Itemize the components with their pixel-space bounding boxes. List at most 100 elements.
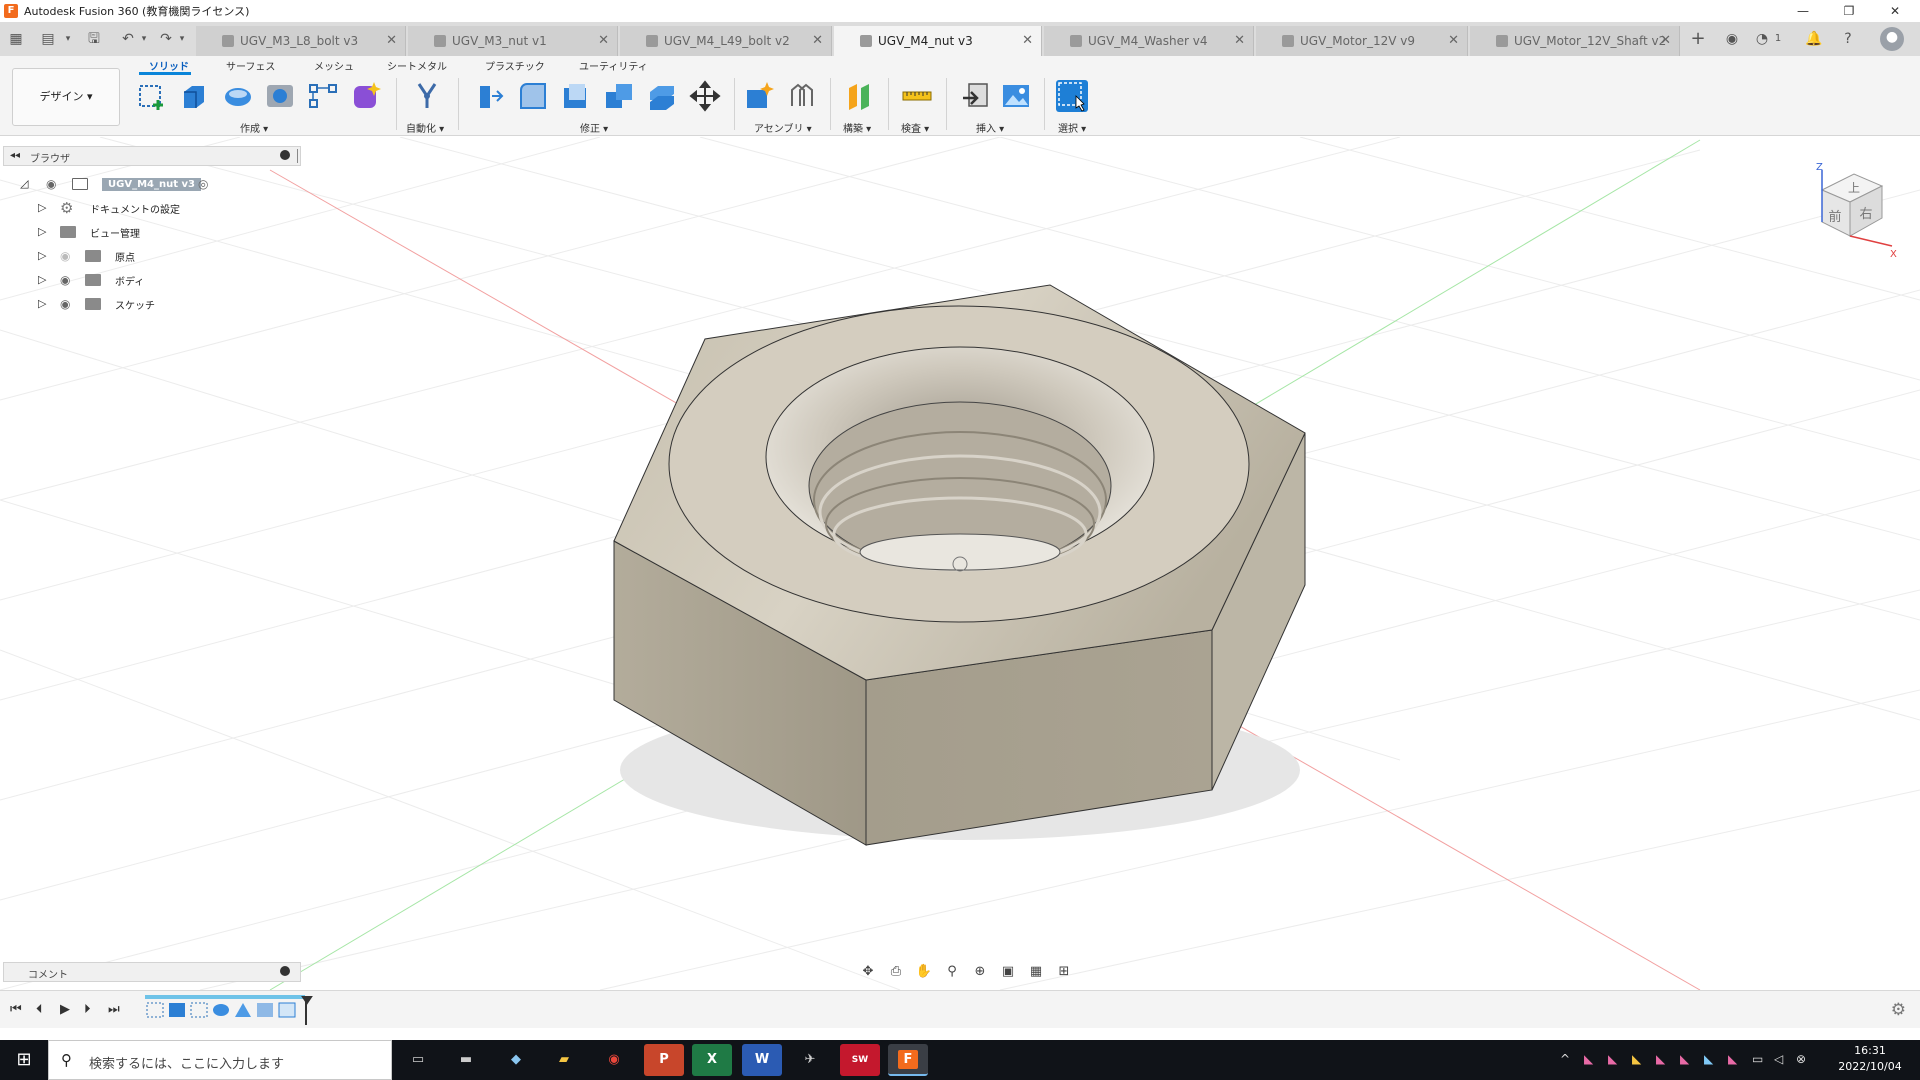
browser-item-origin[interactable]: ▷ ◉ 原点	[0, 245, 240, 267]
timeline-revolve-feature[interactable]	[213, 1004, 229, 1016]
collapse-panel-icon[interactable]: ◂◂	[10, 150, 20, 161]
move-copy-icon[interactable]	[689, 80, 721, 112]
document-tab[interactable]: UGV_M4_L49_bolt v2 ✕	[620, 26, 832, 56]
taskbar-app-powerpoint[interactable]: P	[644, 1044, 684, 1076]
volume-icon[interactable]: ◁	[1774, 1052, 1783, 1066]
undo-dropdown-icon[interactable]: ▾	[134, 29, 154, 49]
tab-close-icon[interactable]: ✕	[598, 33, 609, 48]
taskbar-app-chrome[interactable]: ◉	[594, 1044, 634, 1076]
measure-icon[interactable]	[901, 80, 933, 112]
taskbar-app-word[interactable]: W	[742, 1044, 782, 1076]
collapse-triangle-icon[interactable]: ◿	[20, 177, 32, 191]
timeline-chamfer-feature[interactable]	[235, 1003, 251, 1017]
expand-triangle-icon[interactable]: ▷	[38, 249, 50, 263]
select-icon[interactable]	[1056, 80, 1088, 112]
online-status-icon[interactable]: ◉	[1722, 29, 1742, 49]
combine-icon[interactable]	[603, 80, 635, 112]
tab-close-icon[interactable]: ✕	[1022, 33, 1033, 48]
timeline-track[interactable]	[143, 995, 313, 1025]
tab-sheet-metal[interactable]: シートメタル	[387, 58, 447, 73]
minimize-button[interactable]: —	[1780, 0, 1826, 22]
tab-close-icon[interactable]: ✕	[1234, 33, 1245, 48]
browser-item-bodies[interactable]: ▷ ◉ ボディ	[0, 269, 240, 291]
document-tab[interactable]: UGV_Motor_12V_Shaft v2 ✕	[1470, 26, 1680, 56]
tab-close-icon[interactable]: ✕	[1448, 33, 1459, 48]
taskbar-search-box[interactable]: ⚲ 検索するには、ここに入力します	[48, 1040, 392, 1080]
fit-zoom-window-icon[interactable]: ⊕	[968, 962, 992, 982]
file-menu-icon[interactable]: ▤	[38, 29, 58, 49]
timeline-sketch-feature[interactable]	[146, 1002, 164, 1018]
play-icon[interactable]: ▶	[60, 1002, 70, 1017]
tray-app-icon[interactable]: ◣	[1584, 1052, 1593, 1066]
viewports-icon[interactable]: ⊞	[1052, 962, 1076, 982]
hidden-eye-icon[interactable]: ◉	[60, 250, 76, 262]
step-forward-icon[interactable]: ⏵	[84, 1002, 91, 1017]
group-label-automate[interactable]: 自動化 ▾	[406, 120, 444, 135]
visibility-eye-icon[interactable]: ◉	[60, 298, 76, 310]
group-label-inspect[interactable]: 検査 ▾	[901, 120, 929, 135]
save-icon[interactable]: 🖫	[84, 29, 104, 49]
group-label-select[interactable]: 選択 ▾	[1058, 120, 1086, 135]
activate-component-icon[interactable]: ◎	[198, 178, 214, 190]
viewcube-top-label[interactable]: 上	[1848, 181, 1860, 195]
new-component-icon[interactable]	[743, 80, 775, 112]
automate-icon[interactable]	[411, 80, 443, 112]
taskbar-app-terminal[interactable]: ▬	[446, 1044, 486, 1076]
press-pull-icon[interactable]	[474, 80, 506, 112]
tab-plastic[interactable]: プラスチック	[485, 58, 545, 73]
hole-icon[interactable]	[264, 80, 296, 112]
look-at-icon[interactable]: ⎙	[884, 962, 908, 982]
file-menu-dropdown-icon[interactable]: ▾	[58, 29, 78, 49]
insert-derive-icon[interactable]	[959, 80, 991, 112]
taskbar-app-files[interactable]: ▭	[398, 1044, 438, 1076]
viewcube[interactable]: 上 前 右 Z X	[1802, 160, 1898, 260]
windows-start-button[interactable]: ⊞	[0, 1040, 48, 1080]
expand-triangle-icon[interactable]: ▷	[38, 297, 50, 311]
pattern-icon[interactable]	[307, 80, 339, 112]
timeline-thread-feature[interactable]	[257, 1003, 273, 1017]
tab-utilities[interactable]: ユーティリティ	[579, 58, 648, 73]
taskbar-app-explorer[interactable]: ▰	[544, 1044, 584, 1076]
tab-close-icon[interactable]: ✕	[386, 33, 397, 48]
timeline-extrude-feature[interactable]	[169, 1003, 185, 1017]
document-tab[interactable]: UGV_M3_nut v1 ✕	[408, 26, 618, 56]
zoom-icon[interactable]: ⚲	[940, 962, 964, 982]
timeline-sketch-feature[interactable]	[190, 1002, 208, 1018]
browser-item-document-settings[interactable]: ▷ ⚙ ドキュメントの設定	[0, 197, 240, 219]
tray-app-icon[interactable]: ◣	[1704, 1052, 1713, 1066]
go-to-start-icon[interactable]: ⏮	[10, 1002, 22, 1017]
offset-face-icon[interactable]	[646, 80, 678, 112]
visibility-eye-icon[interactable]: ◉	[46, 178, 62, 190]
browser-item-named-views[interactable]: ▷ ビュー管理	[0, 221, 240, 243]
extrude-icon[interactable]	[178, 80, 210, 112]
help-icon[interactable]: ?	[1838, 29, 1858, 49]
timeline-settings-gear-icon[interactable]: ⚙	[1891, 1000, 1906, 1020]
group-label-assemble[interactable]: アセンブリ ▾	[754, 120, 812, 135]
offset-plane-icon[interactable]	[843, 80, 875, 112]
revolve-icon[interactable]	[222, 80, 254, 112]
ime-icon[interactable]: ⊗	[1796, 1052, 1806, 1066]
new-tab-icon[interactable]: +	[1688, 29, 1708, 49]
taskbar-app-fusion360[interactable]: F	[888, 1044, 928, 1076]
timeline-marker[interactable]	[301, 996, 313, 1025]
browser-pin-icon[interactable]	[280, 150, 290, 160]
browser-root-node[interactable]: ◿ ◉ UGV_M4_nut v3 ◎	[0, 173, 240, 195]
viewcube-right-label[interactable]: 右	[1859, 207, 1872, 222]
show-hidden-icons[interactable]: ^	[1560, 1052, 1570, 1066]
document-tab[interactable]: UGV_M3_L8_bolt v3 ✕	[196, 26, 406, 56]
comments-panel[interactable]: コメント	[3, 962, 301, 982]
document-tab[interactable]: UGV_M4_Washer v4 ✕	[1044, 26, 1254, 56]
joint-icon[interactable]	[786, 80, 818, 112]
document-tab[interactable]: UGV_Motor_12V v9 ✕	[1256, 26, 1468, 56]
redo-dropdown-icon[interactable]: ▾	[172, 29, 192, 49]
tab-surface[interactable]: サーフェス	[226, 58, 275, 73]
tab-mesh[interactable]: メッシュ	[314, 58, 354, 73]
3d-viewport[interactable]: 上 前 右 Z X	[0, 137, 1920, 990]
create-form-icon[interactable]	[350, 80, 382, 112]
create-sketch-icon[interactable]	[136, 80, 168, 112]
timeline-fillet-feature[interactable]	[278, 1002, 296, 1018]
network-icon[interactable]: ▭	[1752, 1052, 1763, 1066]
model-canvas[interactable]	[0, 137, 1920, 990]
add-comment-icon[interactable]	[280, 966, 290, 976]
insert-canvas-icon[interactable]	[1000, 80, 1032, 112]
